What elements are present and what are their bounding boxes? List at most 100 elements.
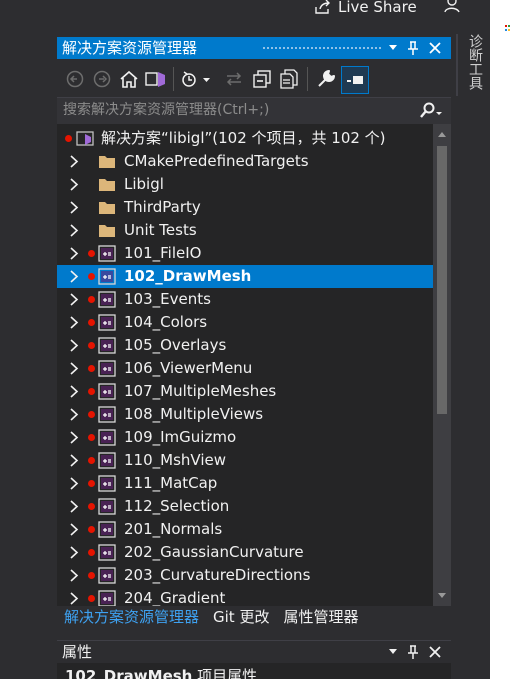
tree-item-label: 103_Events — [124, 290, 211, 308]
error-marker — [88, 572, 95, 579]
folder-icon — [99, 202, 115, 214]
scroll-down-icon[interactable] — [437, 592, 447, 600]
tab-property-manager[interactable]: 属性管理器 — [276, 606, 365, 630]
tree-project-item[interactable]: 107_MultipleMeshes — [57, 380, 433, 403]
properties-window-position-button[interactable] — [383, 641, 403, 663]
tree-project-item[interactable]: 110_MshView — [57, 449, 433, 472]
expand-arrow-icon[interactable] — [69, 592, 79, 605]
expand-arrow-icon[interactable] — [69, 569, 79, 582]
sync-active-document-button[interactable] — [223, 68, 245, 90]
dropdown-arrow-icon — [389, 649, 397, 654]
window-position-button[interactable] — [383, 37, 403, 59]
search-icon[interactable] — [419, 102, 443, 120]
tab-solution-explorer[interactable]: 解决方案资源管理器 — [57, 606, 206, 630]
scroll-up-icon[interactable] — [437, 130, 447, 138]
expand-arrow-icon[interactable] — [69, 293, 79, 306]
tree-item-label: 202_GaussianCurvature — [124, 543, 304, 561]
tree-project-item[interactable]: 103_Events — [57, 288, 433, 311]
tree-project-item[interactable]: 102_DrawMesh — [57, 265, 433, 288]
tab-git-changes[interactable]: Git 更改 — [206, 606, 276, 630]
tree-project-item[interactable]: 202_GaussianCurvature — [57, 541, 433, 564]
cpp-project-icon — [98, 245, 116, 262]
show-all-files-button[interactable] — [278, 68, 300, 90]
expand-arrow-icon[interactable] — [69, 408, 79, 421]
tree-item-label: 106_ViewerMenu — [124, 359, 253, 377]
tree-project-item[interactable]: 101_FileIO — [57, 242, 433, 265]
account-icon[interactable] — [444, 0, 464, 16]
error-marker — [88, 319, 95, 326]
tree-project-item[interactable]: 203_CurvatureDirections — [57, 564, 433, 587]
tree-project-item[interactable]: 111_MatCap — [57, 472, 433, 495]
expand-arrow-icon[interactable] — [69, 454, 79, 467]
search-input[interactable] — [63, 100, 403, 120]
expand-arrow-icon[interactable] — [69, 500, 79, 513]
share-icon — [315, 0, 330, 14]
diagnostic-tools-tab[interactable]: 诊断工具 — [456, 34, 488, 96]
expand-arrow-icon[interactable] — [69, 178, 79, 191]
pin-icon — [408, 645, 418, 659]
tree-project-item[interactable]: 204_Gradient — [57, 587, 433, 606]
home-button[interactable] — [118, 68, 140, 90]
solution-explorer-title-bar[interactable]: 解决方案资源管理器 — [57, 37, 451, 59]
expand-arrow-icon[interactable] — [69, 385, 79, 398]
properties-subject: 102_DrawMesh 项目属性 — [57, 663, 451, 679]
tree-project-item[interactable]: 108_MultipleViews — [57, 403, 433, 426]
properties-pin-button[interactable] — [403, 641, 423, 663]
expand-arrow-icon[interactable] — [69, 201, 79, 214]
scrollbar-thumb[interactable] — [437, 146, 447, 414]
tree-folder-item[interactable]: CMakePredefinedTargets — [57, 150, 433, 173]
expand-arrow-icon[interactable] — [69, 523, 79, 536]
tree-item-label: ThirdParty — [124, 198, 201, 216]
expand-arrow-icon[interactable] — [69, 431, 79, 444]
properties-title-bar[interactable]: 属性 — [57, 640, 451, 663]
tree-project-item[interactable]: 105_Overlays — [57, 334, 433, 357]
close-button[interactable] — [425, 37, 445, 59]
pin-button[interactable] — [403, 37, 423, 59]
tree-folder-item[interactable]: ThirdParty — [57, 196, 433, 219]
expand-arrow-icon[interactable] — [69, 224, 79, 237]
properties-button[interactable] — [315, 68, 337, 90]
collapse-all-button[interactable] — [251, 68, 273, 90]
expand-arrow-icon[interactable] — [69, 247, 79, 260]
pending-changes-filter-button[interactable] — [179, 68, 215, 90]
expand-arrow-icon[interactable] — [69, 546, 79, 559]
cpp-project-icon — [98, 268, 116, 285]
expand-arrow-icon[interactable] — [69, 155, 79, 168]
cpp-project-icon — [98, 291, 116, 308]
switch-views-button[interactable] — [145, 68, 167, 90]
cpp-project-icon — [98, 498, 116, 515]
title-grip — [262, 46, 381, 51]
tree-project-item[interactable]: 109_ImGuizmo — [57, 426, 433, 449]
cpp-project-icon — [98, 406, 116, 423]
forward-button[interactable] — [91, 68, 113, 90]
close-icon — [429, 42, 441, 54]
tree-project-item[interactable]: 201_Normals — [57, 518, 433, 541]
back-icon — [66, 70, 84, 88]
expand-arrow-icon[interactable] — [69, 362, 79, 375]
expand-arrow-icon[interactable] — [69, 270, 79, 283]
expand-arrow-icon[interactable] — [69, 339, 79, 352]
tree-folder-item[interactable]: Libigl — [57, 173, 433, 196]
properties-close-button[interactable] — [425, 641, 445, 663]
back-button[interactable] — [64, 68, 86, 90]
expand-arrow-icon[interactable] — [69, 477, 79, 490]
cpp-project-icon — [98, 360, 116, 377]
folder-icon — [99, 225, 115, 237]
solution-node[interactable]: 解决方案“libigl”(102 个项目，共 102 个) — [57, 127, 433, 150]
cpp-project-icon — [98, 452, 116, 469]
cpp-project-icon — [98, 383, 116, 400]
tree-project-item[interactable]: 112_Selection — [57, 495, 433, 518]
tree-project-item[interactable]: 104_Colors — [57, 311, 433, 334]
home-icon — [120, 70, 138, 88]
preview-selected-items-button[interactable] — [341, 66, 369, 94]
tree-project-item[interactable]: 106_ViewerMenu — [57, 357, 433, 380]
close-icon — [429, 646, 441, 658]
error-marker — [88, 273, 95, 280]
cpp-project-icon — [98, 567, 116, 584]
live-share-button[interactable]: Live Share — [314, 0, 417, 18]
tree-item-label: 109_ImGuizmo — [124, 428, 237, 446]
error-marker — [65, 135, 72, 142]
tree-folder-item[interactable]: Unit Tests — [57, 219, 433, 242]
expand-arrow-icon[interactable] — [69, 316, 79, 329]
tree-scrollbar[interactable] — [433, 124, 451, 606]
